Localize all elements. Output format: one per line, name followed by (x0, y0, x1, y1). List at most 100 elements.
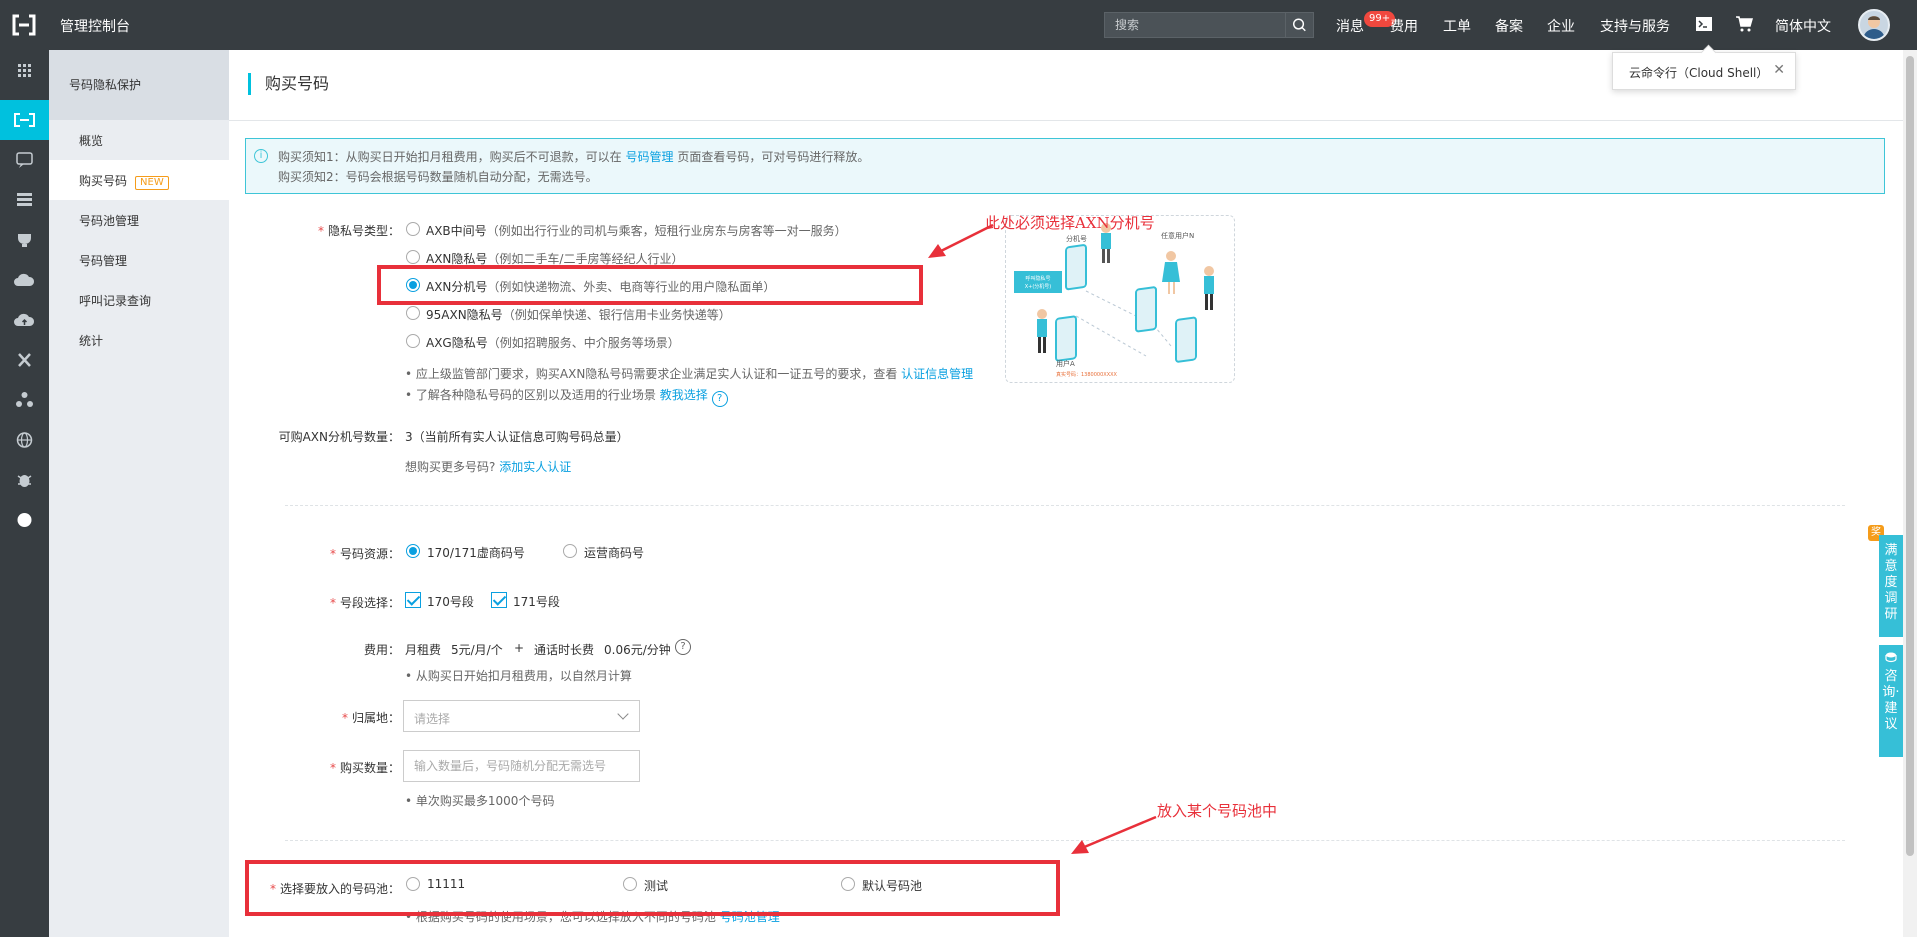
scenario-illustration-icon: 呼叫隐私号 X+(分机号) 分机号 任意用户N 用户A 真实号码：1380000… (1014, 223, 1214, 378)
annotation-pool: 放入某个号码池中 (1157, 802, 1278, 820)
consult-button[interactable]: 咨询·建议 (1879, 645, 1903, 757)
rail-global[interactable] (0, 420, 49, 460)
annotation-select-axn: 此处必须选择AXN分机号 (985, 214, 1155, 232)
illus-box-label-2: X+(分机号) (1025, 283, 1052, 290)
circle-icon (17, 513, 32, 527)
language-switch[interactable]: 简体中文 (1775, 16, 1831, 36)
nav-messages[interactable]: 消息 (1336, 16, 1364, 36)
checkbox-170[interactable] (405, 592, 421, 608)
avatar[interactable] (1858, 9, 1890, 41)
segment-170-label: 170号段 (427, 595, 474, 609)
highlight-axn-extension (377, 265, 923, 305)
page-scrollbar[interactable] (1903, 50, 1917, 937)
rail-privacy-number[interactable] (0, 100, 49, 140)
checkbox-171[interactable] (491, 592, 507, 608)
axn-extension-illustration: 呼叫隐私号 X+(分机号) 分机号 任意用户N 用户A 真实号码：1380000… (1005, 215, 1235, 383)
radio-axg[interactable] (406, 334, 420, 348)
carrier-label: 运营商码号 (584, 546, 645, 560)
rail-message[interactable] (0, 140, 49, 180)
monthly-fee-value: 5元/月/个 (451, 643, 503, 657)
fee-help-icon[interactable]: ? (675, 639, 691, 655)
database-icon (17, 193, 32, 206)
nav-billing[interactable]: 费用 (1390, 16, 1418, 36)
new-badge: NEW (135, 176, 169, 190)
nav-icp[interactable]: 备案 (1495, 16, 1523, 36)
cloud-shell-icon[interactable] (1695, 16, 1713, 32)
chat-icon (16, 152, 33, 168)
sidebar-item-call-records[interactable]: 呼叫记录查询 (49, 280, 229, 320)
globe-icon (16, 432, 33, 448)
cloud-upload-icon (14, 313, 35, 326)
add-certification-link[interactable]: 添加实人认证 (499, 460, 571, 474)
sidebar-item-number-management[interactable]: 号码管理 (49, 240, 229, 280)
rail-tools[interactable] (0, 340, 49, 380)
aliyun-logo-icon[interactable] (10, 13, 38, 37)
sidebar-item-label: 呼叫记录查询 (79, 294, 152, 308)
trophy-icon (18, 234, 31, 247)
available-count-label: 可购AXN分机号数量： (278, 430, 400, 444)
search-icon[interactable] (1285, 13, 1313, 37)
survey-button[interactable]: 满意度调研 (1879, 535, 1903, 637)
number-segment-label: * 号段选择： (329, 596, 400, 610)
rail-network[interactable] (0, 380, 49, 420)
radio-carrier[interactable] (563, 544, 577, 558)
bug-icon (17, 475, 32, 487)
scrollbar-thumb[interactable] (1906, 56, 1914, 856)
region-select[interactable]: 请选择 (403, 700, 640, 732)
radio-95axn[interactable] (406, 306, 420, 320)
sidebar-item-label: 概览 (79, 134, 104, 148)
rail-iot[interactable] (0, 460, 49, 500)
page-title: 购买号码 (248, 73, 329, 95)
radio-virtual-operator[interactable] (406, 544, 420, 558)
sidebar-item-pool-management[interactable]: 号码池管理 (49, 200, 229, 240)
rail-storage[interactable] (0, 180, 49, 220)
nav-tickets[interactable]: 工单 (1443, 16, 1471, 36)
annotation-arrow-icon (928, 223, 994, 258)
option-axg-label: AXG隐私号（例如招聘服务、中介服务等场景） (426, 336, 680, 350)
chevron-down-icon (617, 708, 629, 720)
option-95axn-label: 95AXN隐私号（例如保单快递、银行信用卡业务快递等） (426, 308, 731, 322)
search-input[interactable] (1105, 13, 1287, 37)
quantity-input[interactable] (403, 750, 640, 782)
privacy-type-label: * 隐私号类型： (317, 224, 400, 238)
sidebar-item-statistics[interactable]: 统计 (49, 320, 229, 360)
aliyun-icon (14, 113, 35, 127)
rail-security[interactable] (0, 220, 49, 260)
help-icon[interactable]: ? (711, 391, 728, 407)
sidebar-item-buy-number[interactable]: 购买号码 NEW (49, 160, 229, 200)
product-rail (0, 50, 49, 937)
fee-plus: + (514, 641, 525, 655)
annotation-arrow-icon (1071, 815, 1157, 854)
sidebar-item-label: 购买号码 (79, 174, 128, 188)
monthly-fee-label: 月租费 (405, 643, 442, 657)
grid-icon (18, 64, 31, 77)
number-management-link[interactable]: 号码管理 (625, 150, 673, 164)
nav-support[interactable]: 支持与服务 (1600, 16, 1670, 36)
rail-upload[interactable] (0, 300, 49, 340)
illus-box-label-1: 呼叫隐私号 (1025, 275, 1050, 282)
coin-icon (1885, 652, 1897, 663)
guide-link[interactable]: 教我选择 (660, 388, 708, 402)
title-divider (229, 120, 1903, 121)
rail-more[interactable] (0, 500, 49, 540)
nav-enterprise[interactable]: 企业 (1547, 16, 1575, 36)
segment-171-label: 171号段 (513, 595, 560, 609)
close-icon[interactable]: ✕ (1773, 62, 1785, 78)
console-title[interactable]: 管理控制台 (60, 16, 130, 36)
rail-cloud[interactable] (0, 260, 49, 300)
sidebar-item-overview[interactable]: 概览 (49, 120, 229, 160)
option-axb-label: AXB中间号（例如出行行业的司机与乘客，短租行业房东与房客等一对一服务） (426, 224, 847, 238)
rail-all-products[interactable] (0, 50, 49, 90)
available-count-value: 3（当前所有实人认证信息可购号码总量） (405, 430, 629, 444)
radio-axb[interactable] (406, 222, 420, 236)
search-box (1104, 12, 1314, 38)
fee-label: 费用： (363, 643, 400, 657)
info-icon: i (254, 149, 268, 163)
certification-link[interactable]: 认证信息管理 (901, 367, 973, 381)
radio-axn[interactable] (406, 250, 420, 264)
cloud-icon (14, 273, 35, 286)
more-numbers-hint: 想购买更多号码? 添加实人认证 (405, 460, 572, 474)
guide-hint: • 了解各种隐私号码的区别以及适用的行业场景 教我选择 ? (405, 386, 728, 407)
quantity-label: * 购买数量： (329, 761, 400, 775)
cart-icon[interactable] (1735, 15, 1753, 33)
